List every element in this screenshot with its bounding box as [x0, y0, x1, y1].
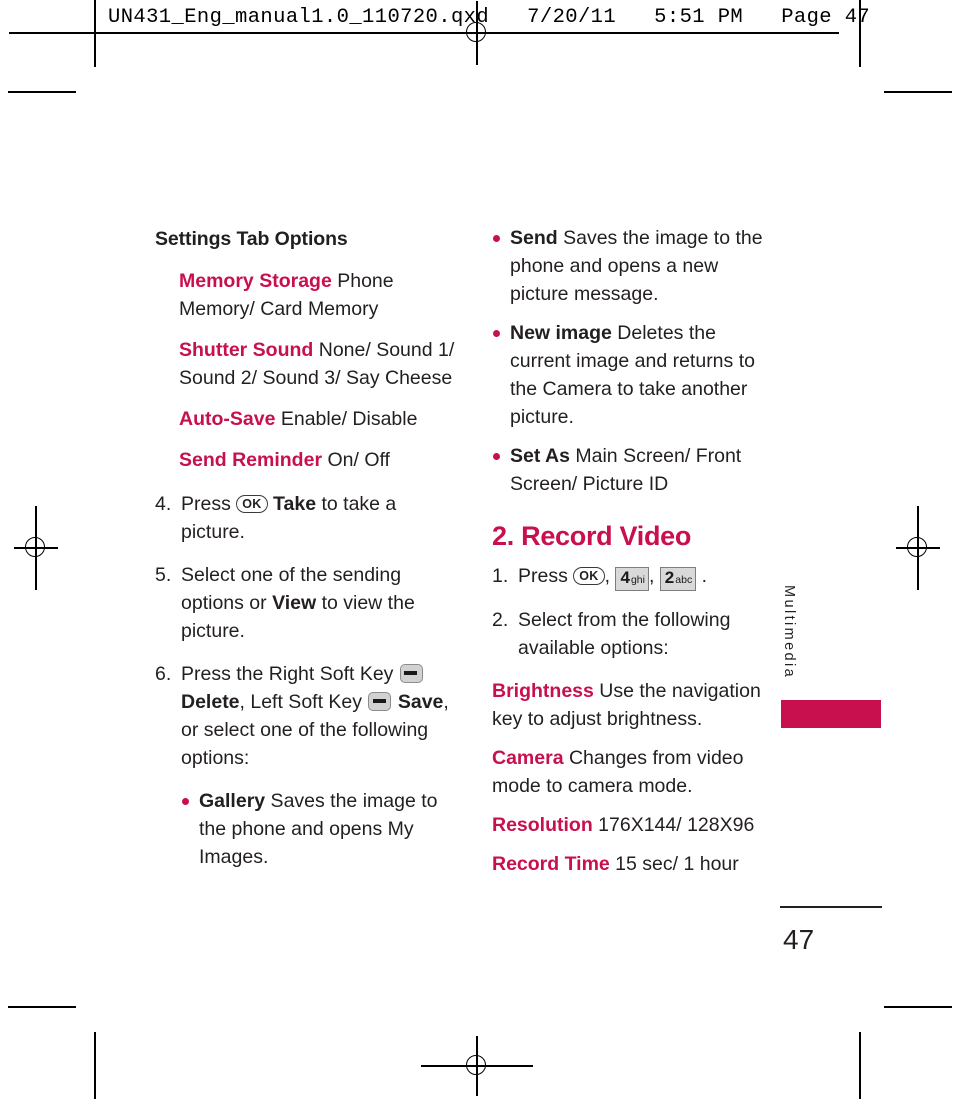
step-number: 6.: [155, 663, 172, 685]
keypad-digit: 4: [620, 568, 630, 587]
keypad-letters: ghi: [630, 574, 645, 586]
step-6: 6. Press the Right Soft Key Delete, Left …: [155, 660, 455, 772]
side-tab-accent-bar: [781, 700, 881, 728]
option-term: Auto-Save: [179, 408, 276, 430]
step-bold-term: Take: [273, 493, 317, 515]
left-soft-key-icon: [368, 692, 392, 711]
settings-tab-options-title: Settings Tab Options: [155, 228, 348, 250]
step-number: 5.: [155, 564, 172, 586]
option-term: Camera: [492, 747, 564, 769]
bullet-term: Set As: [510, 445, 570, 467]
right-soft-key-icon: [399, 664, 423, 683]
step-number: 1.: [492, 565, 509, 587]
step-text-pre: Press the Right Soft Key: [181, 663, 394, 685]
keypad-letters: abc: [675, 574, 693, 586]
option-auto-save: Auto-Save Enable/ Disable: [179, 405, 455, 433]
step-text-mid: , Left Soft Key: [239, 691, 363, 713]
step-bold-term: View: [272, 592, 317, 614]
option-memory-storage: Memory Storage Phone Memory/ Card Memory: [179, 267, 455, 323]
bullet-term: Gallery: [199, 790, 266, 812]
option-desc: 176X144/ 128X96: [592, 814, 755, 836]
record-video-step-2: 2. Select from the following available op…: [492, 606, 777, 662]
ok-key-icon: OK: [573, 567, 605, 585]
option-desc: 15 sec/ 1 hour: [609, 853, 739, 875]
step-4: 4. Press OK Take to take a picture.: [155, 490, 455, 546]
step-bold-term-save: Save: [397, 691, 444, 713]
step-number: 2.: [492, 609, 509, 631]
footer-divider: [780, 906, 882, 908]
record-video-heading: 2. Record Video: [492, 521, 692, 551]
option-desc: Enable/ Disable: [275, 408, 418, 430]
keypad-key-2-icon: 2abc: [659, 567, 697, 591]
step-text-post: .: [701, 565, 708, 587]
option-term: Send Reminder: [179, 449, 323, 471]
bullet-send: Send Saves the image to the phone and op…: [492, 224, 777, 308]
bullet-new-image: New image Deletes the current image and …: [492, 319, 777, 431]
left-text-column: Settings Tab Options Memory Storage Phon…: [155, 225, 455, 882]
step-text: Select from the following available opti…: [518, 609, 731, 659]
step-bold-term-delete: Delete: [181, 691, 240, 713]
option-camera: Camera Changes from video mode to camera…: [492, 744, 777, 800]
step-text-pre: Press: [518, 565, 574, 587]
option-send-reminder: Send Reminder On/ Off: [179, 446, 455, 474]
option-desc: On/ Off: [322, 449, 390, 471]
step-5: 5. Select one of the sending options or V…: [155, 561, 455, 645]
page-number: 47: [783, 924, 815, 955]
option-record-time: Record Time 15 sec/ 1 hour: [492, 850, 777, 878]
bullet-gallery: Gallery Saves the image to the phone and…: [181, 787, 455, 871]
bullet-set-as: Set As Main Screen/ Front Screen/ Pictur…: [492, 442, 777, 498]
option-term: Resolution: [492, 814, 593, 836]
option-term: Record Time: [492, 853, 610, 875]
bullet-term: New image: [510, 322, 612, 344]
step-text-pre: Press: [181, 493, 237, 515]
option-resolution: Resolution 176X144/ 128X96: [492, 811, 777, 839]
option-term: Shutter Sound: [179, 339, 314, 361]
side-tab-label-multimedia: Multimedia: [781, 585, 797, 680]
option-term: Brightness: [492, 680, 594, 702]
keypad-digit: 2: [664, 568, 675, 587]
option-term: Memory Storage: [179, 270, 332, 292]
option-brightness: Brightness Use the navigation key to adj…: [492, 677, 777, 733]
step-number: 4.: [155, 493, 172, 515]
right-text-column: Send Saves the image to the phone and op…: [492, 224, 777, 889]
option-shutter-sound: Shutter Sound None/ Sound 1/ Sound 2/ So…: [179, 336, 455, 392]
keypad-key-4-icon: 4ghi: [615, 567, 649, 591]
bullet-term: Send: [510, 227, 558, 249]
page-body: Settings Tab Options Memory Storage Phon…: [0, 0, 954, 1099]
ok-key-icon: OK: [236, 495, 268, 513]
record-video-step-1: 1. Press OK, 4ghi, 2abc .: [492, 562, 777, 591]
